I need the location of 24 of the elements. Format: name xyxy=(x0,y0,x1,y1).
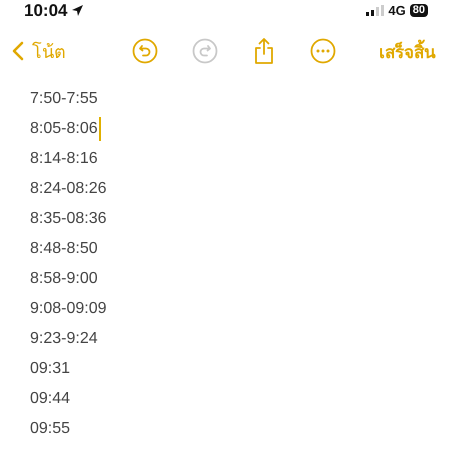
note-line: 09:55 xyxy=(30,420,70,438)
note-line: 9:23-9:24 xyxy=(30,330,98,348)
note-line: 8:35-08:36 xyxy=(30,210,107,228)
note-line: 8:58-9:00 xyxy=(30,270,98,288)
done-button[interactable]: เสร็จสิ้น xyxy=(379,38,436,64)
note-line: 09:44 xyxy=(30,390,70,408)
signal-icon xyxy=(366,4,384,16)
note-line: 8:24-08:26 xyxy=(30,180,107,198)
chevron-left-icon xyxy=(12,41,24,61)
note-line: 8:05-8:06 xyxy=(30,120,98,138)
location-arrow-icon xyxy=(71,4,84,16)
note-line: 09:31 xyxy=(30,360,70,378)
network-label: 4G xyxy=(388,2,406,18)
undo-icon[interactable] xyxy=(132,38,158,64)
note-line: 7:50-7:55 xyxy=(30,90,98,108)
note-line: 8:48-8:50 xyxy=(30,240,98,258)
back-button[interactable]: โน้ต xyxy=(12,36,132,66)
share-icon[interactable] xyxy=(252,37,276,65)
note-line: 8:14-8:16 xyxy=(30,150,98,168)
battery-level: 80 xyxy=(410,4,428,16)
more-icon[interactable] xyxy=(310,38,336,64)
back-label: โน้ต xyxy=(32,40,66,64)
note-line: 9:08-09:09 xyxy=(30,300,107,318)
status-time: 10:04 xyxy=(24,2,68,18)
